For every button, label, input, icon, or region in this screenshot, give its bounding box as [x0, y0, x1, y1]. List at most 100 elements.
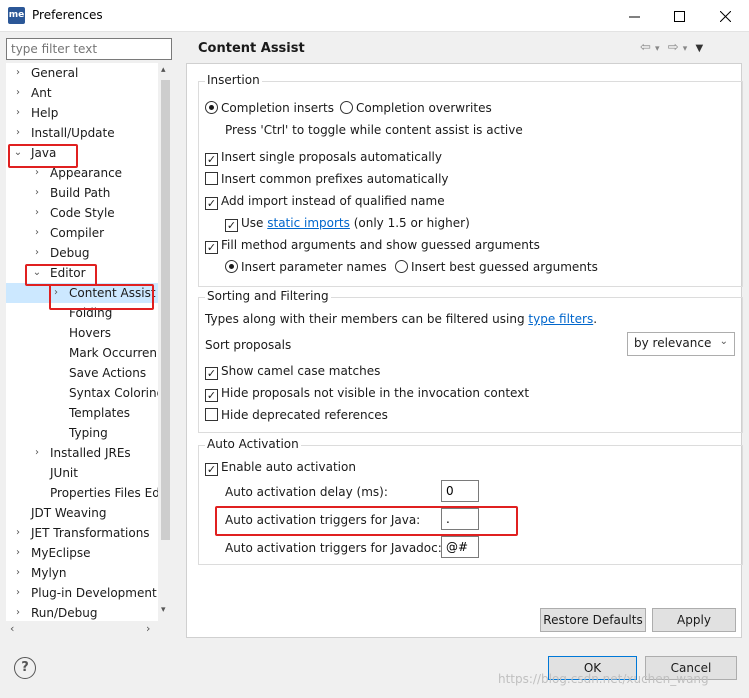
- insert-param-names-radio[interactable]: Insert parameter names: [225, 257, 387, 277]
- tree-item[interactable]: › Debug: [6, 243, 158, 263]
- scroll-down-icon[interactable]: ▾: [161, 605, 166, 615]
- tree-item[interactable]: Typing: [6, 423, 158, 443]
- show-camel-checkbox[interactable]: ✓ Show camel case matches: [205, 361, 380, 381]
- chevron-right-icon[interactable]: ›: [12, 83, 24, 103]
- types-filter-text: Types along with their members can be fi…: [205, 312, 598, 326]
- tree-item[interactable]: › Plug-in Development: [6, 583, 158, 603]
- completion-overwrites-radio[interactable]: Completion overwrites: [340, 98, 492, 118]
- tree-item[interactable]: Syntax Coloring: [6, 383, 158, 403]
- chevron-right-icon[interactable]: ›: [31, 183, 43, 203]
- tree-item[interactable]: › JET Transformations: [6, 523, 158, 543]
- chevron-right-icon[interactable]: ›: [31, 443, 43, 463]
- tree-horizontal-scrollbar[interactable]: ‹ ›: [6, 621, 173, 637]
- view-menu-icon[interactable]: ▼: [695, 43, 703, 54]
- tree-item[interactable]: Mark Occurren: [6, 343, 158, 363]
- tree-scroll-thumb[interactable]: [161, 80, 170, 540]
- tree-item-label: Mylyn: [31, 566, 67, 580]
- tree-item[interactable]: › Install/Update: [6, 123, 158, 143]
- tree-item-label: Hovers: [69, 326, 112, 340]
- enable-auto-activation-checkbox[interactable]: ✓ Enable auto activation: [205, 457, 356, 477]
- forward-icon[interactable]: ⇨: [668, 40, 679, 55]
- window-title: Preferences: [32, 8, 103, 22]
- radio-off-icon[interactable]: [395, 260, 408, 273]
- tree-item-label: Install/Update: [31, 126, 115, 140]
- chevron-right-icon[interactable]: ›: [12, 543, 24, 563]
- insert-best-guessed-radio[interactable]: Insert best guessed arguments: [395, 257, 598, 277]
- chevron-right-icon[interactable]: ›: [12, 583, 24, 603]
- tree-item[interactable]: › Ant: [6, 83, 158, 103]
- completion-inserts-radio[interactable]: Completion inserts: [205, 98, 334, 118]
- javadoc-triggers-label: Auto activation triggers for Javadoc:: [225, 541, 442, 555]
- checkmark-icon[interactable]: ✓: [205, 241, 218, 254]
- tree-item[interactable]: › Installed JREs: [6, 443, 158, 463]
- tree-item[interactable]: Templates: [6, 403, 158, 423]
- tree-item-label: Run/Debug: [31, 606, 98, 620]
- chevron-right-icon[interactable]: ›: [31, 223, 43, 243]
- highlight-content-assist: [49, 284, 154, 310]
- checkmark-icon[interactable]: ✓: [205, 463, 218, 476]
- tree-item[interactable]: › Run/Debug: [6, 603, 158, 621]
- static-imports-link[interactable]: static imports: [267, 216, 350, 230]
- scroll-left-icon[interactable]: ‹: [10, 622, 14, 635]
- page-title: Content Assist: [198, 41, 305, 56]
- sort-proposals-select[interactable]: by relevance ⌄: [627, 332, 735, 356]
- use-static-imports-checkbox[interactable]: ✓ Use static imports (only 1.5 or higher): [225, 213, 470, 233]
- close-icon[interactable]: [702, 0, 748, 32]
- minimize-icon[interactable]: [611, 0, 657, 32]
- tree-item[interactable]: JUnit: [6, 463, 158, 483]
- back-dropdown-icon[interactable]: ▾: [655, 44, 660, 54]
- tree-item-label: MyEclipse: [31, 546, 91, 560]
- tree-item-label: Installed JREs: [50, 446, 131, 460]
- tree-item[interactable]: › Build Path: [6, 183, 158, 203]
- tree-item[interactable]: › Mylyn: [6, 563, 158, 583]
- restore-defaults-button[interactable]: Restore Defaults: [540, 608, 646, 632]
- chevron-right-icon[interactable]: ›: [31, 243, 43, 263]
- forward-dropdown-icon[interactable]: ▾: [683, 44, 688, 54]
- chevron-right-icon[interactable]: ›: [12, 523, 24, 543]
- checkbox-empty-icon[interactable]: [205, 408, 218, 421]
- hide-not-visible-checkbox[interactable]: ✓ Hide proposals not visible in the invoc…: [205, 383, 529, 403]
- javadoc-triggers-input[interactable]: [441, 536, 479, 558]
- help-icon[interactable]: ?: [14, 657, 36, 679]
- fill-method-checkbox[interactable]: ✓ Fill method arguments and show guessed …: [205, 235, 540, 255]
- add-import-checkbox[interactable]: ✓ Add import instead of qualified name: [205, 191, 445, 211]
- insert-single-checkbox[interactable]: ✓ Insert single proposals automatically: [205, 147, 442, 167]
- radio-on-icon[interactable]: [225, 260, 238, 273]
- type-filters-link[interactable]: type filters: [528, 312, 593, 326]
- checkmark-icon[interactable]: ✓: [205, 197, 218, 210]
- scroll-right-icon[interactable]: ›: [146, 622, 150, 635]
- sort-proposals-label: Sort proposals: [205, 338, 292, 352]
- checkbox-empty-icon[interactable]: [205, 172, 218, 185]
- tree-item-label: JET Transformations: [31, 526, 150, 540]
- back-icon[interactable]: ⇦: [640, 40, 651, 55]
- tree-item[interactable]: Properties Files Ed: [6, 483, 158, 503]
- chevron-right-icon[interactable]: ›: [12, 123, 24, 143]
- hide-deprecated-checkbox[interactable]: Hide deprecated references: [205, 405, 388, 425]
- chevron-right-icon[interactable]: ›: [12, 103, 24, 123]
- tree-item[interactable]: JDT Weaving: [6, 503, 158, 523]
- tree-item[interactable]: › General: [6, 63, 158, 83]
- tree-item[interactable]: › MyEclipse: [6, 543, 158, 563]
- insert-common-checkbox[interactable]: Insert common prefixes automatically: [205, 169, 449, 189]
- chevron-right-icon[interactable]: ›: [12, 63, 24, 83]
- tree-item[interactable]: Save Actions: [6, 363, 158, 383]
- filter-input[interactable]: [6, 38, 172, 60]
- checkmark-icon[interactable]: ✓: [205, 367, 218, 380]
- checkmark-icon[interactable]: ✓: [205, 153, 218, 166]
- chevron-right-icon[interactable]: ›: [12, 603, 24, 621]
- maximize-icon[interactable]: [656, 0, 702, 32]
- tree-item[interactable]: Hovers: [6, 323, 158, 343]
- scroll-up-icon[interactable]: ▴: [161, 65, 166, 75]
- chevron-right-icon[interactable]: ›: [31, 203, 43, 223]
- apply-button[interactable]: Apply: [652, 608, 736, 632]
- tree-item[interactable]: › Code Style: [6, 203, 158, 223]
- checkmark-icon[interactable]: ✓: [205, 389, 218, 402]
- checkmark-icon[interactable]: ✓: [225, 219, 238, 232]
- delay-input[interactable]: [441, 480, 479, 502]
- tree-item[interactable]: › Help: [6, 103, 158, 123]
- radio-off-icon[interactable]: [340, 101, 353, 114]
- tree-item-label: General: [31, 66, 79, 80]
- radio-on-icon[interactable]: [205, 101, 218, 114]
- tree-item[interactable]: › Compiler: [6, 223, 158, 243]
- chevron-right-icon[interactable]: ›: [12, 563, 24, 583]
